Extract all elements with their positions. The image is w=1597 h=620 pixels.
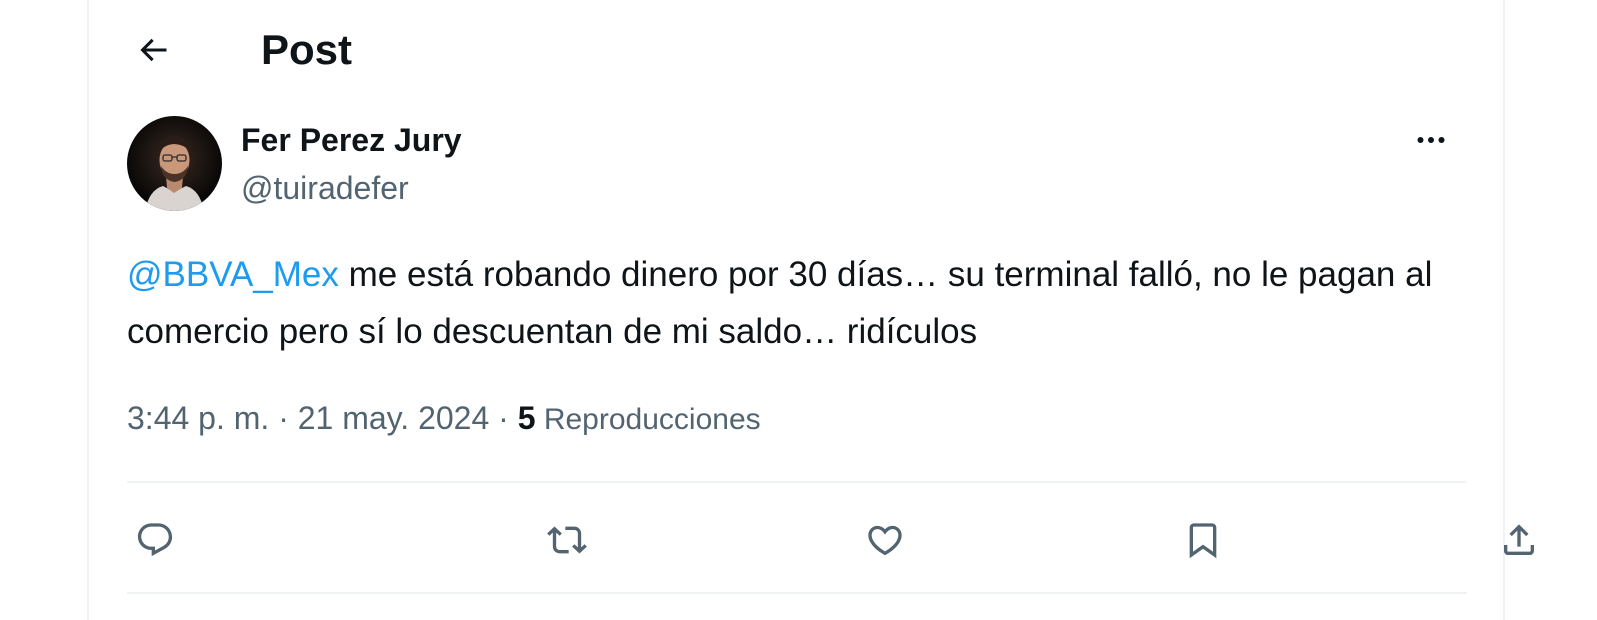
- reply-button[interactable]: [127, 512, 183, 568]
- retweet-icon: [547, 526, 587, 554]
- divider: [127, 481, 1467, 483]
- tweet-date[interactable]: 21 may. 2024: [298, 400, 490, 436]
- views-label: Reproducciones: [535, 403, 761, 436]
- tweet-time[interactable]: 3:44 p. m.: [127, 400, 269, 436]
- more-options-button[interactable]: [1407, 116, 1455, 164]
- author-name[interactable]: Fer Perez Jury: [241, 120, 462, 160]
- bookmark-button[interactable]: [1175, 512, 1231, 568]
- page: Post Fer Perez Jury @tuiradefer @BBVA_Me…: [0, 0, 1597, 620]
- post-column: Post Fer Perez Jury @tuiradefer @BBVA_Me…: [87, 0, 1534, 620]
- share-button[interactable]: [1491, 512, 1547, 568]
- author-handle[interactable]: @tuiradefer: [241, 168, 409, 208]
- reply-icon: [137, 523, 173, 557]
- page-header: Post: [89, 0, 1503, 100]
- arrow-left-icon: [140, 38, 167, 62]
- back-button[interactable]: [129, 26, 177, 74]
- meta-separator: ·: [269, 400, 298, 436]
- heart-icon: [868, 525, 902, 556]
- tweet-text: @BBVA_Mex me está robando dinero por 30 …: [127, 246, 1487, 360]
- bookmark-icon: [1189, 523, 1217, 559]
- mention-link[interactable]: @BBVA_Mex: [127, 255, 339, 294]
- avatar[interactable]: [127, 116, 222, 211]
- more-horizontal-icon: [1417, 137, 1445, 143]
- tweet-meta: 3:44 p. m. · 21 may. 2024 · 5 Reproducci…: [127, 396, 761, 442]
- user-avatar-icon: [127, 116, 222, 211]
- page-title: Post: [261, 26, 353, 73]
- retweet-button[interactable]: [539, 512, 595, 568]
- views-count: 5: [517, 400, 536, 436]
- share-icon: [1504, 524, 1534, 555]
- action-bar: [127, 500, 1534, 580]
- like-button[interactable]: [857, 512, 913, 568]
- meta-separator: ·: [489, 400, 518, 436]
- divider: [127, 592, 1467, 594]
